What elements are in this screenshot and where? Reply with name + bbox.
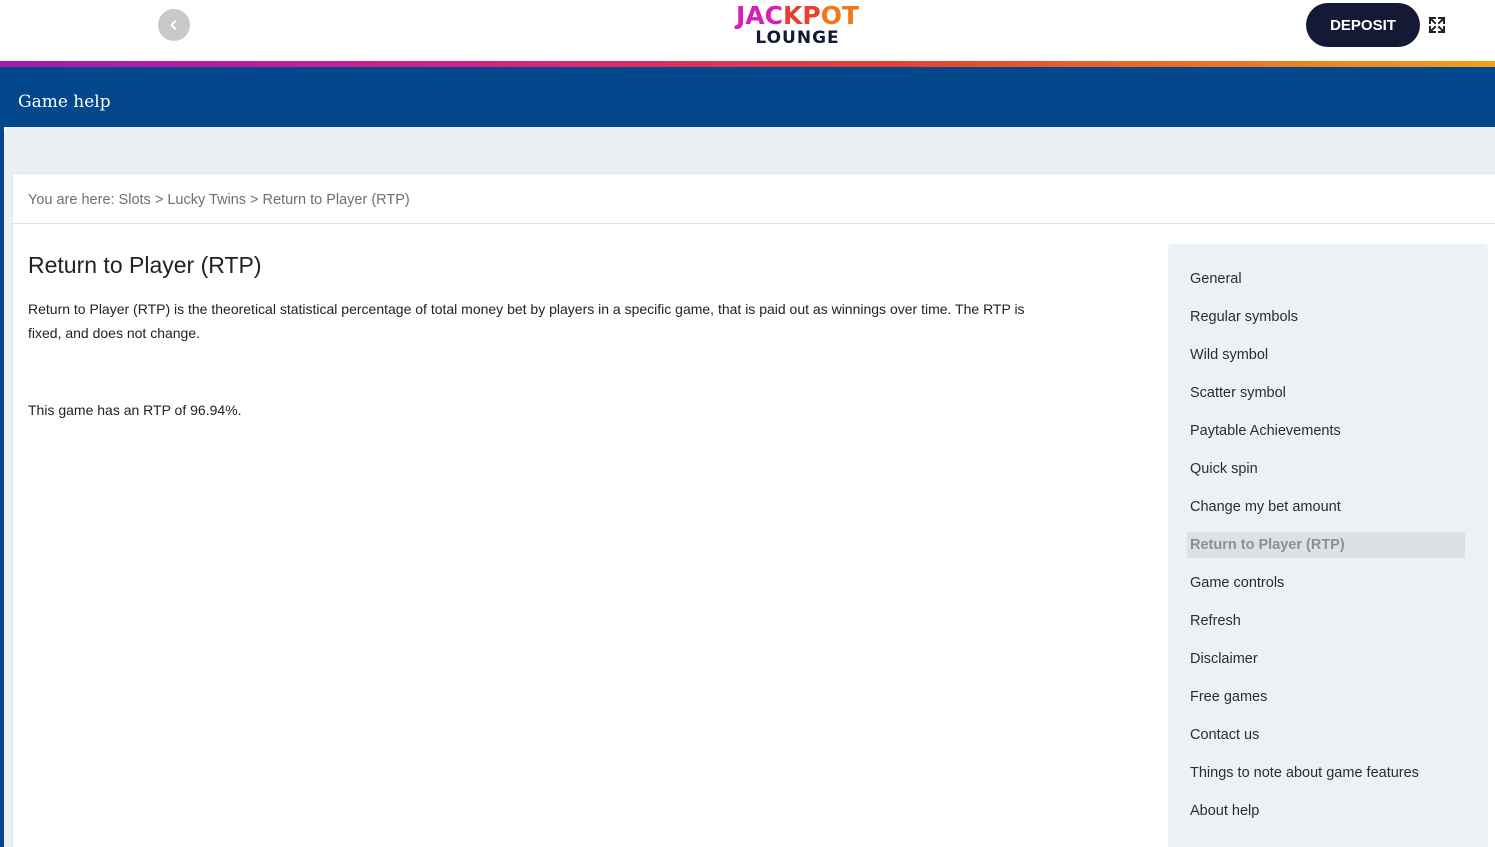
article-paragraph: Return to Player (RTP) is the theoretica… (28, 301, 1025, 341)
fullscreen-button[interactable] (1427, 15, 1447, 35)
expand-icon (1428, 16, 1446, 34)
brand-logo: JACKPOT LOUNGE (725, 2, 870, 48)
article: Return to Player (RTP) Return to Player … (28, 252, 1028, 422)
divider (13, 223, 1495, 224)
sidebar-item-general[interactable]: General (1187, 266, 1465, 292)
sidebar-item-regular-symbols[interactable]: Regular symbols (1187, 304, 1465, 330)
help-topics-sidebar: General Regular symbols Wild symbol Scat… (1168, 244, 1488, 847)
sidebar-item-scatter-symbol[interactable]: Scatter symbol (1187, 380, 1465, 406)
help-content: You are here: Slots > Lucky Twins > Retu… (12, 173, 1495, 847)
sidebar-item-paytable-achievements[interactable]: Paytable Achievements (1187, 418, 1465, 444)
sidebar-item-change-bet-amount[interactable]: Change my bet amount (1187, 494, 1465, 520)
logo-word-bottom: LOUNGE (755, 28, 840, 48)
back-button[interactable] (158, 9, 190, 41)
sidebar-item-game-controls[interactable]: Game controls (1187, 570, 1465, 596)
page-title: Game help (18, 92, 111, 112)
sidebar-item-return-to-player[interactable]: Return to Player (RTP) (1187, 532, 1465, 558)
logo-word-top: JACKPOT (735, 1, 860, 30)
sidebar-item-wild-symbol[interactable]: Wild symbol (1187, 342, 1465, 368)
chevron-left-icon (170, 20, 177, 30)
sidebar-item-disclaimer[interactable]: Disclaimer (1187, 646, 1465, 672)
sidebar-item-contact-us[interactable]: Contact us (1187, 722, 1465, 748)
breadcrumb: You are here: Slots > Lucky Twins > Retu… (28, 192, 410, 208)
sidebar-item-free-games[interactable]: Free games (1187, 684, 1465, 710)
sidebar-item-refresh[interactable]: Refresh (1187, 608, 1465, 634)
sidebar-item-about-help[interactable]: About help (1187, 798, 1465, 824)
title-bar: Game help (0, 67, 1495, 127)
article-heading: Return to Player (RTP) (28, 252, 262, 278)
deposit-button[interactable]: DEPOSIT (1306, 3, 1420, 47)
rtp-value-text: This game has an RTP of 96.94%. (28, 402, 242, 418)
top-header: JACKPOT LOUNGE DEPOSIT (0, 0, 1495, 61)
sidebar-item-quick-spin[interactable]: Quick spin (1187, 456, 1465, 482)
sidebar-item-game-features-notes[interactable]: Things to note about game features (1187, 760, 1465, 786)
